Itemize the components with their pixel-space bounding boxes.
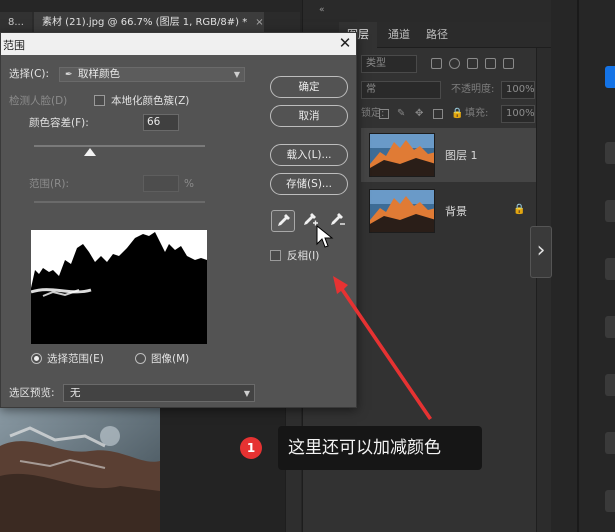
expand-panel-button[interactable]: ›	[530, 226, 552, 278]
selection-preview-dropdown[interactable]: 无 ▼	[63, 384, 255, 402]
layer-row-layer-1[interactable]: 图层 1	[361, 128, 551, 182]
blend-mode-dropdown[interactable]: 常	[361, 81, 441, 99]
range-label: 范围(R):	[29, 178, 70, 190]
fill-input[interactable]: 100%	[501, 105, 535, 123]
right-button[interactable]	[605, 374, 615, 396]
eyedropper-icon	[278, 214, 290, 226]
invert-checkbox[interactable]	[270, 250, 281, 261]
selection-preview	[31, 230, 207, 344]
fuzziness-label: 颜色容差(F):	[29, 117, 89, 129]
close-icon[interactable]: ×	[255, 17, 263, 28]
canvas-image	[0, 406, 160, 532]
panel-divider	[577, 0, 579, 532]
lock-all-icon[interactable]: 🔒	[451, 109, 463, 119]
mouse-cursor-icon	[316, 225, 334, 248]
annotation-callout: 1 这里还可以加减颜色	[236, 426, 484, 470]
filter-kind-dropdown[interactable]: 类型	[361, 55, 417, 73]
fill-label: 填充:	[465, 108, 489, 119]
chevron-down-icon: ▼	[233, 70, 240, 79]
fuzziness-slider[interactable]	[34, 145, 205, 147]
document-tab-label: 8...	[8, 17, 24, 28]
layer-row-background[interactable]: 背景 🔒	[361, 184, 551, 238]
panel-topbar: «	[303, 0, 551, 22]
document-tab-previous[interactable]: 8...	[0, 12, 32, 34]
callout-text: 这里还可以加减颜色	[278, 426, 482, 470]
detect-faces-label: 检测人脸(D)	[9, 95, 68, 107]
tab-paths[interactable]: 路径	[419, 22, 455, 48]
lock-move-icon[interactable]: ✥	[415, 109, 425, 119]
fuzziness-input[interactable]: 66	[143, 114, 179, 131]
layer-name: 图层 1	[445, 149, 478, 162]
chevron-down-icon: ▼	[243, 389, 250, 398]
range-slider[interactable]	[34, 201, 205, 203]
radio-image[interactable]	[135, 353, 146, 364]
smart-object-filter-icon[interactable]	[503, 58, 514, 69]
opacity-input[interactable]: 100%	[501, 81, 535, 99]
type-filter-icon[interactable]	[467, 58, 478, 69]
localized-clusters-checkbox[interactable]	[94, 95, 105, 106]
document-tab-active[interactable]: 素材 (21).jpg @ 66.7% (图层 1, RGB/8#) * ×	[34, 12, 264, 34]
select-value: 取样颜色	[78, 68, 120, 80]
right-button[interactable]	[605, 258, 615, 280]
document-tab-label: 素材 (21).jpg @ 66.7% (图层 1, RGB/8#) *	[42, 17, 248, 28]
invert-label: 反相(I)	[287, 250, 320, 262]
image-filter-icon[interactable]	[431, 58, 442, 69]
preview-value: 无	[70, 387, 81, 399]
select-dropdown[interactable]: ✒ 取样颜色 ▼	[59, 67, 245, 82]
collapse-icon[interactable]: «	[319, 5, 333, 17]
dialog-titlebar[interactable]: 范围 ✕	[1, 33, 356, 55]
lock-brush-icon[interactable]: ✎	[397, 109, 407, 119]
opacity-label: 不透明度:	[451, 84, 495, 95]
shape-filter-icon[interactable]	[485, 58, 496, 69]
range-unit: %	[184, 178, 194, 190]
right-button[interactable]	[605, 316, 615, 338]
adjustment-filter-icon[interactable]	[449, 58, 460, 69]
document-tabs: 8... 素材 (21).jpg @ 66.7% (图层 1, RGB/8#) …	[0, 12, 300, 34]
cancel-button[interactable]: 取消	[270, 105, 348, 127]
layer-thumbnail	[369, 133, 435, 177]
right-button[interactable]	[605, 200, 615, 222]
lock-transparent-icon[interactable]	[379, 109, 389, 119]
range-input[interactable]	[143, 175, 179, 192]
localized-clusters-label: 本地化颜色簇(Z)	[111, 95, 190, 107]
radio-selected-dot	[34, 356, 39, 361]
selection-preview-label: 选区预览:	[9, 387, 55, 399]
layer-thumbnail	[369, 189, 435, 233]
fuzziness-slider-thumb[interactable]	[84, 148, 97, 156]
right-primary-button[interactable]	[605, 66, 615, 88]
chevron-right-icon: ›	[536, 238, 546, 263]
radio-selection-label: 选择范围(E)	[47, 353, 104, 365]
right-button[interactable]	[605, 490, 615, 512]
radio-selection[interactable]	[31, 353, 42, 364]
lock-icon[interactable]: 🔒	[513, 204, 525, 215]
eyedropper-icon: ✒	[65, 70, 73, 80]
color-range-dialog: 范围 ✕ 选择(C): ✒ 取样颜色 ▼ 检测人脸(D) 本地化颜色簇(Z) 颜…	[0, 32, 357, 408]
save-button[interactable]: 存储(S)...	[270, 173, 348, 195]
select-label: 选择(C):	[9, 68, 50, 80]
panel-scrollbar[interactable]	[536, 48, 551, 532]
tab-channels[interactable]: 通道	[381, 22, 417, 48]
load-button[interactable]: 载入(L)...	[270, 144, 348, 166]
layer-name: 背景	[445, 205, 467, 218]
eyedropper-button[interactable]	[271, 210, 295, 232]
ok-button[interactable]: 确定	[270, 76, 348, 98]
radio-image-label: 图像(M)	[151, 353, 190, 365]
close-icon[interactable]: ✕	[336, 34, 354, 52]
dialog-title: 范围	[3, 39, 25, 52]
lock-artboard-icon[interactable]	[433, 109, 443, 119]
right-button[interactable]	[605, 432, 615, 454]
right-button[interactable]	[605, 142, 615, 164]
step-badge: 1	[240, 437, 262, 459]
